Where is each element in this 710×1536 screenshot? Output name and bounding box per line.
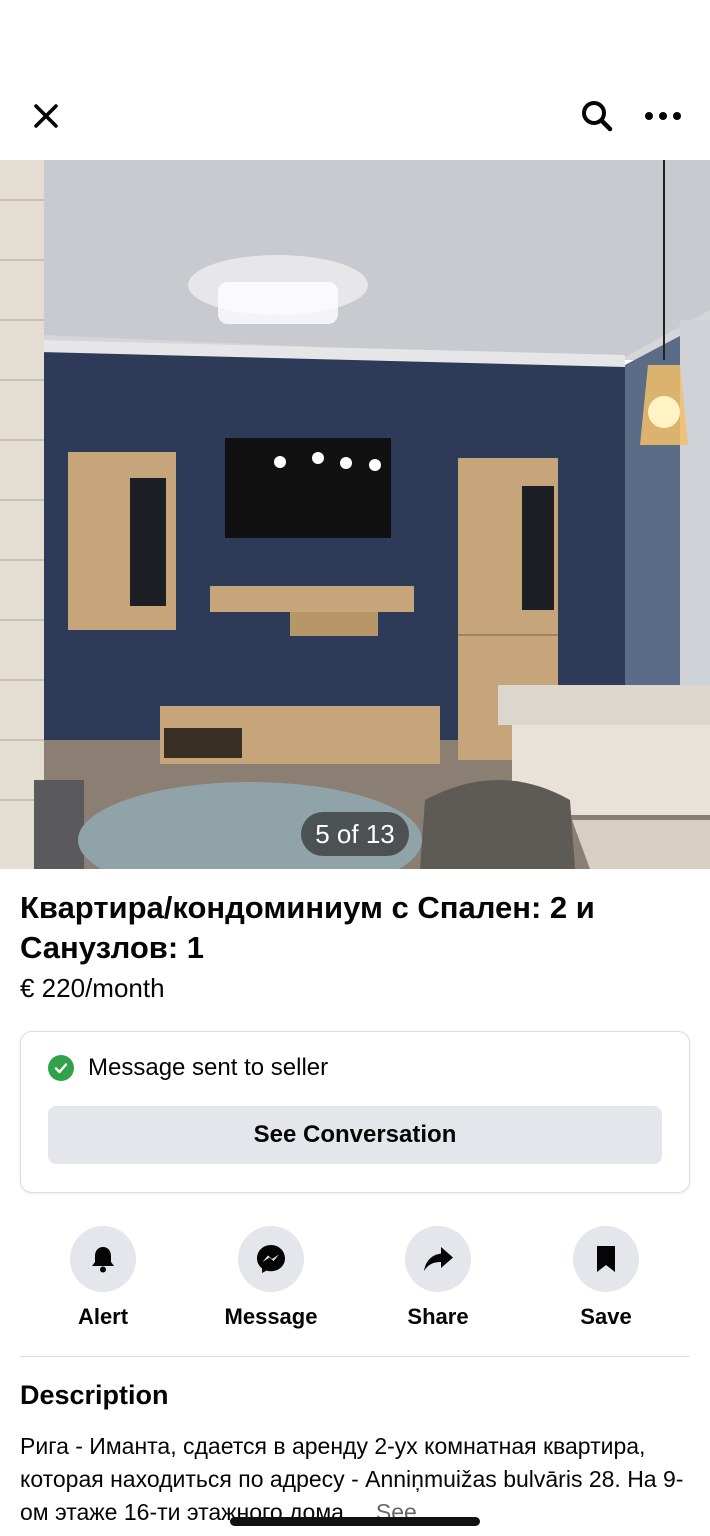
status-row: Message sent to seller xyxy=(48,1054,328,1082)
search-icon[interactable] xyxy=(575,94,619,138)
home-indicator[interactable] xyxy=(230,1517,480,1526)
action-bar: Alert Message Share Save xyxy=(0,1226,710,1336)
save-button[interactable]: Save xyxy=(546,1226,666,1330)
description-body: Рига - Иманта, сдается в аренду 2-ух ком… xyxy=(20,1433,684,1525)
bookmark-icon xyxy=(573,1226,639,1292)
share-icon xyxy=(405,1226,471,1292)
message-label: Message xyxy=(224,1304,318,1329)
close-icon[interactable] xyxy=(24,94,68,138)
bell-icon xyxy=(70,1226,136,1292)
message-status-card: Message sent to seller See Conversation xyxy=(20,1031,690,1193)
divider xyxy=(20,1356,690,1357)
listing-price: € 220/month xyxy=(20,973,165,1003)
listing-title: Квартира/кондоминиум с Спален: 2 и Сануз… xyxy=(20,890,595,965)
more-icon[interactable] xyxy=(641,94,685,138)
share-label: Share xyxy=(407,1304,469,1329)
description-text: Рига - Иманта, сдается в аренду 2-ух ком… xyxy=(20,1430,690,1529)
alert-button[interactable]: Alert xyxy=(43,1226,163,1330)
description-heading: Description xyxy=(20,1380,169,1410)
save-label: Save xyxy=(580,1304,632,1329)
room-photo-image xyxy=(0,160,710,869)
status-message: Message sent to seller xyxy=(88,1054,329,1081)
check-circle-icon xyxy=(48,1055,74,1081)
alert-label: Alert xyxy=(77,1304,129,1329)
share-button[interactable]: Share xyxy=(378,1226,498,1330)
messenger-icon xyxy=(238,1226,304,1292)
message-button[interactable]: Message xyxy=(211,1226,331,1330)
top-bar xyxy=(0,80,710,152)
photo-counter: 5 of 13 xyxy=(301,812,409,856)
listing-photo[interactable]: 5 of 13 xyxy=(0,160,710,869)
see-conversation-button[interactable]: See Conversation xyxy=(48,1106,662,1164)
